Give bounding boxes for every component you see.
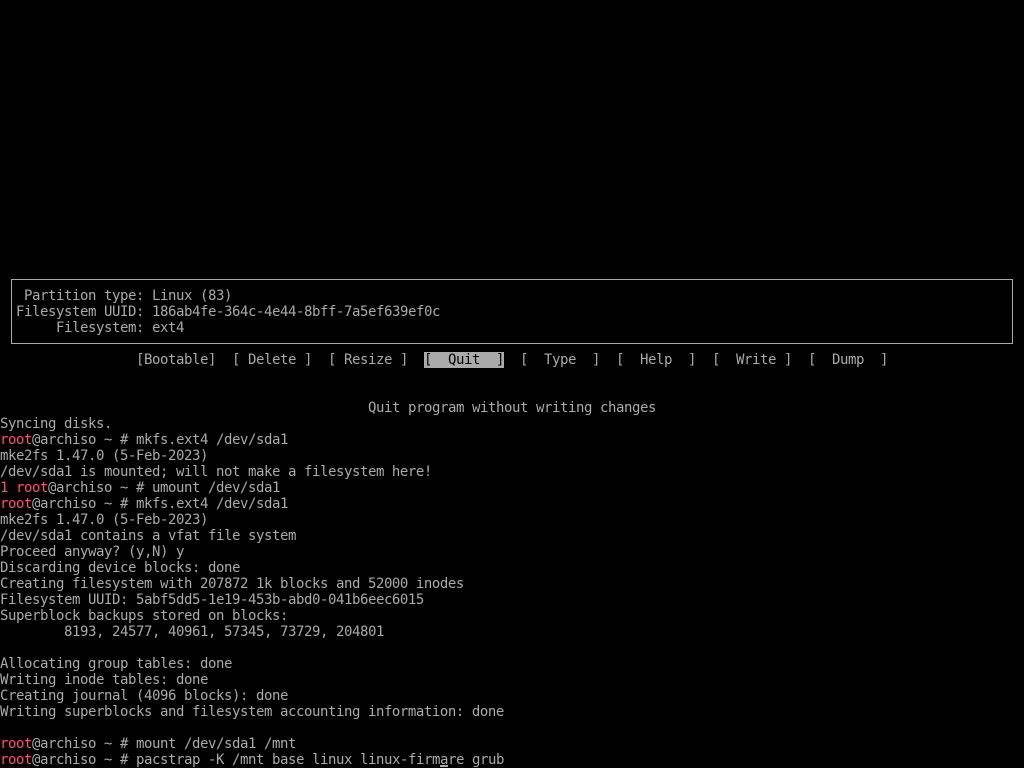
terminal-screen[interactable]: Partition type: Linux (83) Filesystem UUI… bbox=[0, 0, 1024, 768]
command-input[interactable]: pacstrap -K /mnt base linux linux-firmar… bbox=[136, 752, 504, 768]
prompt-host: @archiso ~ # bbox=[48, 480, 144, 496]
text-cursor bbox=[440, 765, 448, 767]
resize-button: [ Resize ] bbox=[328, 352, 408, 368]
filesystem-uuid-label: Filesystem UUID: bbox=[16, 304, 144, 320]
command-text: mkfs.ext4 /dev/sda1 bbox=[136, 496, 288, 512]
filesystem-uuid-row: Filesystem UUID: 186ab4fe-364c-4e44-8bff-… bbox=[0, 304, 1024, 320]
output-line: /dev/sda1 is mounted; will not make a fi… bbox=[0, 464, 432, 480]
filesystem-row: Filesystem: ext4 bbox=[0, 320, 1024, 336]
type-button: [ Type ] bbox=[520, 352, 600, 368]
prompt-host: @archiso ~ # bbox=[32, 736, 128, 752]
prompt-host: @archiso ~ # bbox=[32, 432, 128, 448]
output-line: Filesystem UUID: 5abf5dd5-1e19-453b-abd0… bbox=[0, 592, 424, 608]
command-text: mkfs.ext4 /dev/sda1 bbox=[136, 432, 288, 448]
cfdisk-menu: [Bootable] [ Delete ] [ Resize ] [ Quit … bbox=[136, 352, 888, 368]
help-button: [ Help ] bbox=[616, 352, 696, 368]
write-button: [ Write ] bbox=[712, 352, 792, 368]
prompt-host: @archiso ~ # bbox=[32, 752, 128, 768]
quit-button: [ Quit ] bbox=[424, 352, 504, 368]
prompt-host: @archiso ~ # bbox=[32, 496, 128, 512]
prompt-line: root@archiso ~ # mkfs.ext4 /dev/sda1 bbox=[0, 496, 288, 512]
output-line: Writing superblocks and filesystem accou… bbox=[0, 704, 504, 720]
prompt-user: root bbox=[16, 480, 48, 496]
command-text: mount /dev/sda1 /mnt bbox=[136, 736, 296, 752]
output-line: Superblock backups stored on blocks: bbox=[0, 608, 288, 624]
command-text: umount /dev/sda1 bbox=[152, 480, 280, 496]
output-line: Syncing disks. bbox=[0, 416, 112, 432]
output-line: Creating journal (4096 blocks): done bbox=[0, 688, 288, 704]
active-prompt-line[interactable]: root@archiso ~ # pacstrap -K /mnt base l… bbox=[0, 752, 504, 768]
prompt-line: root@archiso ~ # mount /dev/sda1 /mnt bbox=[0, 736, 296, 752]
partition-type-row: Partition type: Linux (83) bbox=[0, 288, 1024, 304]
output-line: mke2fs 1.47.0 (5-Feb-2023) bbox=[0, 512, 208, 528]
output-line: Discarding device blocks: done bbox=[0, 560, 240, 576]
output-line: Allocating group tables: done bbox=[0, 656, 232, 672]
prompt-user: root bbox=[0, 432, 32, 448]
output-line: 8193, 24577, 40961, 57345, 73729, 204801 bbox=[64, 624, 384, 640]
exit-status: 1 bbox=[0, 480, 8, 496]
bootable-button: [Bootable] bbox=[136, 352, 216, 368]
partition-type-value: Linux (83) bbox=[152, 288, 232, 304]
cfdisk-hint: Quit program without writing changes bbox=[368, 400, 656, 416]
partition-type-label: Partition type: bbox=[24, 288, 144, 304]
output-line: Proceed anyway? (y,N) y bbox=[0, 544, 184, 560]
prompt-line: root@archiso ~ # mkfs.ext4 /dev/sda1 bbox=[0, 432, 288, 448]
dump-button: [ Dump ] bbox=[808, 352, 888, 368]
prompt-user: root bbox=[0, 736, 32, 752]
filesystem-value: ext4 bbox=[152, 320, 184, 336]
prompt-user: root bbox=[0, 752, 32, 768]
prompt-line: 1 root@archiso ~ # umount /dev/sda1 bbox=[0, 480, 280, 496]
output-line: /dev/sda1 contains a vfat file system bbox=[0, 528, 296, 544]
filesystem-uuid-value: 186ab4fe-364c-4e44-8bff-7a5ef639ef0c bbox=[152, 304, 440, 320]
delete-button: [ Delete ] bbox=[232, 352, 312, 368]
output-line: mke2fs 1.47.0 (5-Feb-2023) bbox=[0, 448, 208, 464]
output-line: Writing inode tables: done bbox=[0, 672, 208, 688]
prompt-user: root bbox=[0, 496, 32, 512]
output-line: Creating filesystem with 207872 1k block… bbox=[0, 576, 464, 592]
filesystem-label: Filesystem: bbox=[56, 320, 144, 336]
